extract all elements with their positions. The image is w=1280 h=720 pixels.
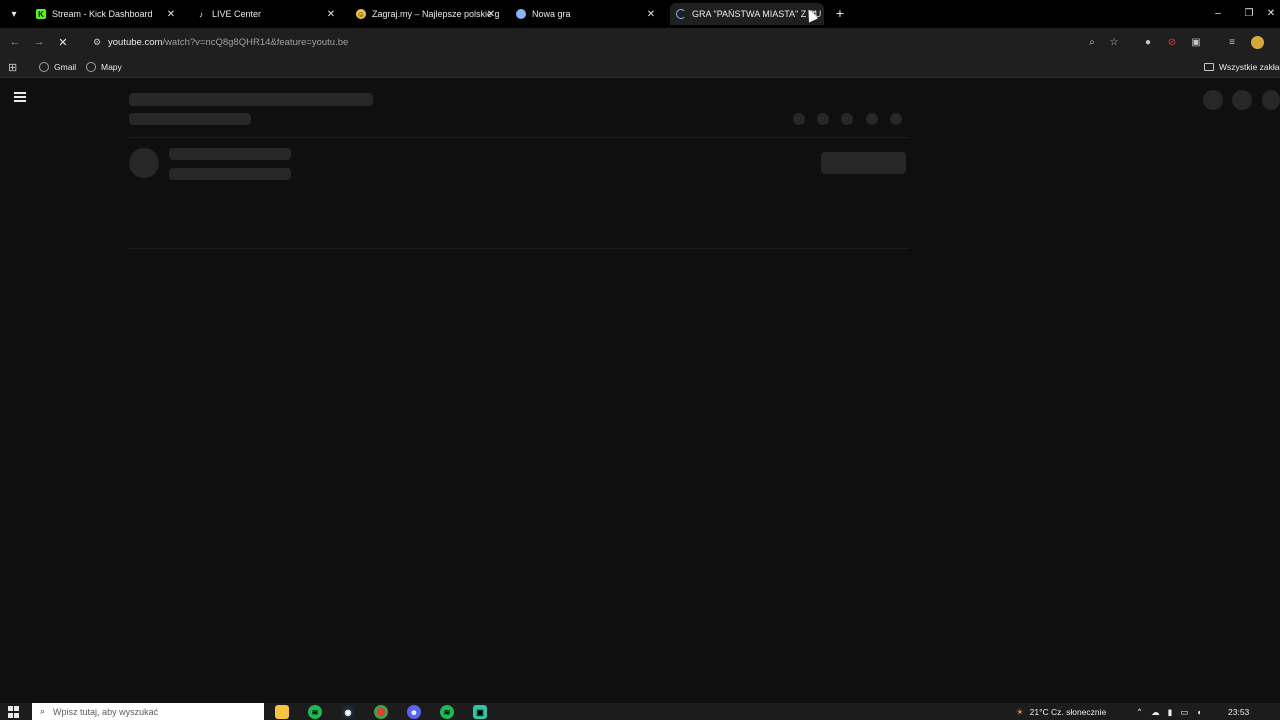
tab-strip: ▾ K Stream - Kick Dashboard ✕ ♪ LIVE Cen… [0,0,1280,28]
windows-taskbar: ⌕ Wpisz tutaj, aby wyszukać ≋ ◉ ☻ ≋ ▣ ☀ … [0,703,1280,720]
bookmark-star-icon[interactable]: ☆ [1106,34,1122,50]
search-icon: ⌕ [40,706,46,716]
globe-icon [516,9,526,19]
bookmark-mapy[interactable]: Mapy [86,59,122,75]
divider [129,248,909,249]
divider [129,137,909,138]
tab-title: LIVE Center [212,9,262,19]
youtube-page [0,79,1280,703]
tray-icons: ⌃ ☁ ▮ ▭ ◖ [1136,705,1201,719]
tab-search-dropdown-icon[interactable]: ▾ [4,4,24,24]
avatar [1250,35,1264,49]
extension-red-icon[interactable]: ⊘ [1164,34,1180,50]
weather-sun-icon: ☀ [1016,706,1024,717]
skeleton-channel-name [169,148,291,160]
extensions-puzzle-icon[interactable]: ▣ [1188,34,1204,50]
zagraj-icon: ☺ [356,9,366,19]
skeleton-header-avatar [1262,90,1280,110]
onedrive-icon[interactable]: ☁ [1151,707,1160,718]
spotify-icon[interactable]: ≋ [440,705,454,719]
loading-spinner-icon [676,9,686,19]
zoom-icon[interactable]: ⌕ [1084,34,1100,50]
taskbar-search-input[interactable]: ⌕ Wpisz tutaj, aby wyszukać [32,703,264,720]
skeleton-action-dot [817,113,829,125]
bookmark-gmail[interactable]: Gmail [39,59,76,75]
globe-icon [39,62,49,72]
volume-icon[interactable]: ◖ [1196,707,1201,717]
close-tab-icon[interactable]: ✕ [484,7,498,21]
address-bar[interactable]: ⚙ youtube.com/watch?v=ncQ8g8QHR14&featur… [84,31,1126,53]
stop-loading-icon[interactable]: ✕ [55,34,71,50]
tiktok-icon: ♪ [199,9,203,19]
kick-icon: K [36,9,46,19]
apps-grid-icon[interactable]: ⊞ [8,59,17,75]
skeleton-action-dot [841,113,853,125]
close-tab-icon[interactable]: ✕ [164,7,178,21]
skeleton-header-icon [1232,90,1252,110]
bookmark-label: Gmail [54,62,77,72]
profile-avatar[interactable] [1249,34,1265,50]
bookmark-label: Mapy [101,62,122,72]
minimize-button[interactable]: – [1209,5,1227,21]
extension-mic-icon[interactable]: ● [1140,34,1156,50]
site-info-icon[interactable]: ⚙ [90,35,104,49]
bookmarks-bar: ⊞ Gmail Mapy Wszystkie zakład [0,56,1280,78]
url-path: /watch?v=ncQ8g8QHR14&feature=youtu.be [162,36,349,48]
tab-title: Nowa gra [532,9,571,19]
close-tab-icon[interactable]: ✕ [644,7,658,21]
streamlabs-icon[interactable]: ▣ [473,705,487,719]
close-tab-icon[interactable]: ✕ [324,7,338,21]
forward-arrow-icon[interactable]: → [31,34,47,50]
skeleton-subscribe-button [821,152,906,174]
file-explorer-icon[interactable] [275,705,289,719]
tab-kick-dashboard[interactable]: K Stream - Kick Dashboard ✕ [30,3,182,25]
skeleton-video-title [129,93,373,106]
tab-title: Stream - Kick Dashboard [52,9,153,19]
chrome-icon[interactable] [374,705,388,719]
tab-live-center[interactable]: ♪ LIVE Center ✕ [190,3,342,25]
tab-title: Zagraj.my – Najlepsze polskie g [372,9,500,19]
browser-toolbar: ← → ✕ ⚙ youtube.com/watch?v=ncQ8g8QHR14&… [0,28,1280,56]
skeleton-header-icon [1203,90,1223,110]
steam-icon[interactable]: ◉ [341,705,355,719]
skeleton-video-meta [129,113,251,125]
windows-start-icon[interactable] [8,706,20,718]
clock[interactable]: 23:53 [1228,705,1249,719]
folder-icon [1204,63,1214,71]
search-placeholder: Wpisz tutaj, aby wyszukać [53,706,159,717]
spotify-icon[interactable]: ≋ [308,705,322,719]
all-bookmarks-folder[interactable]: Wszystkie zakład [1204,59,1280,75]
tab-active-youtube[interactable]: GRA "PAŃSTWA MIASTA" Z BU ✕ [670,3,824,25]
microphone-icon[interactable]: ▮ [1168,707,1173,718]
skeleton-channel-subs [169,168,291,180]
tab-nowa-gra[interactable]: Nowa gra ✕ [510,3,662,25]
all-bookmarks-label: Wszystkie zakład [1219,62,1280,72]
menu-hamburger-icon[interactable] [14,92,28,104]
weather-text: 21°C Cz. słonecznie [1029,707,1107,717]
skeleton-action-dot [866,113,878,125]
skeleton-channel-avatar [129,148,159,178]
network-icon[interactable]: ▭ [1180,707,1188,718]
media-controls-icon[interactable]: ≡ [1224,34,1240,50]
url-domain: youtube.com [108,36,163,48]
close-window-button[interactable]: ✕ [1262,5,1280,21]
globe-icon [86,62,96,72]
chevron-up-icon[interactable]: ⌃ [1136,707,1143,718]
url-text[interactable]: youtube.com/watch?v=ncQ8g8QHR14&feature=… [108,37,348,48]
skeleton-action-dot [793,113,805,125]
clock-time: 23:53 [1228,707,1250,717]
skeleton-action-dot [890,113,902,125]
discord-icon[interactable]: ☻ [407,705,421,719]
back-arrow-icon[interactable]: ← [7,34,23,50]
tab-zagraj[interactable]: ☺ Zagraj.my – Najlepsze polskie g ✕ [350,3,502,25]
new-tab-button[interactable]: + [832,5,848,21]
weather-widget[interactable]: ☀ 21°C Cz. słonecznie [1016,705,1106,719]
restore-button[interactable]: ❐ [1240,5,1258,21]
